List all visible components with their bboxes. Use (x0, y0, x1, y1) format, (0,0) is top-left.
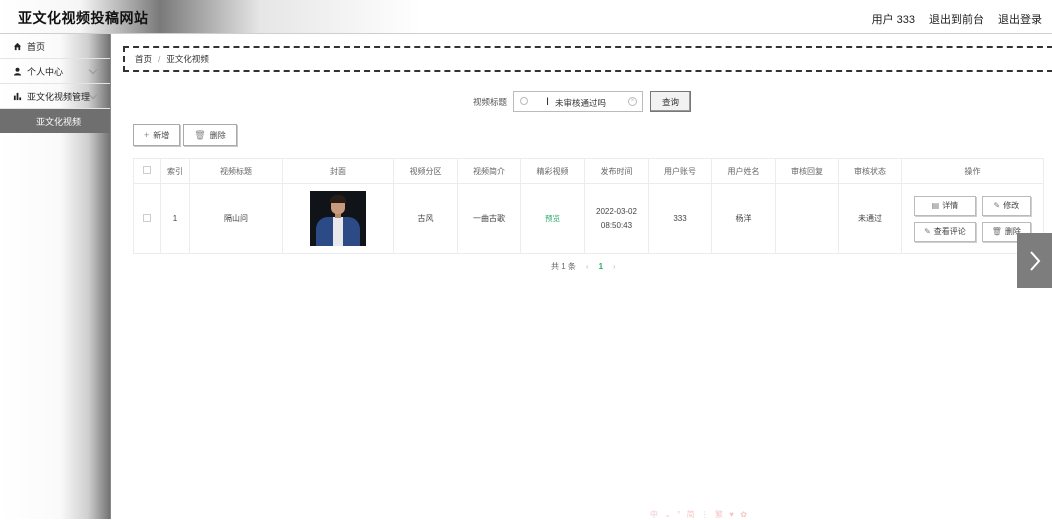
search-input[interactable]: I 未审核通过吗 × (513, 91, 644, 112)
edit-icon: ✎ (993, 201, 1001, 210)
cell-index: 1 (160, 183, 190, 254)
breadcrumb-current: 亚文化视频 (166, 54, 209, 64)
search-label: 视频标题 (473, 96, 508, 107)
next-slide-button[interactable] (1017, 233, 1052, 288)
col-review-status: 审核状态 (838, 158, 902, 184)
chevron-down-icon (88, 90, 98, 100)
search-value: 未审核通过吗 (555, 98, 607, 108)
bar-chart-icon (12, 91, 22, 101)
detail-label: 详情 (942, 201, 959, 210)
sidebar-item-label: 个人中心 (27, 66, 64, 77)
video-preview-link[interactable]: 预览 (545, 214, 560, 223)
col-title: 视频标题 (189, 158, 283, 184)
main-content: 首页 / 亚文化视频 视频标题 I 未审核通过吗 × 查询 + 新增 🗑 删除 … (111, 34, 1052, 519)
sidebar-item-label: 亚文化视频管理 (27, 91, 91, 102)
cell-name: 杨洋 (711, 183, 776, 254)
publish-time-text: 2022-03-02 08:50:43 (596, 206, 637, 230)
select-all-checkbox-cell[interactable] (133, 158, 161, 184)
cell-publish-time: 2022-03-02 08:50:43 (584, 183, 649, 254)
text-cursor-icon: I (546, 96, 550, 108)
cell-review-status: 未通过 (838, 183, 902, 254)
edit-button[interactable]: ✎ 修改 (981, 195, 1031, 216)
chevron-right-icon (1029, 250, 1040, 271)
col-review-reply: 审核回复 (775, 158, 839, 184)
col-video: 精彩视频 (520, 158, 585, 184)
col-category: 视频分区 (393, 158, 458, 184)
cell-cover (282, 183, 394, 254)
prev-page-icon[interactable]: ‹ (586, 262, 589, 271)
view-comments-label: 查看评论 (933, 227, 966, 236)
sidebar-subitem-video[interactable]: 亚文化视频 (0, 109, 110, 133)
logout-link[interactable]: 退出登录 (998, 11, 1042, 27)
delete-button-label: 删除 (209, 130, 226, 140)
col-name: 用户姓名 (711, 158, 776, 184)
cell-title: 隔山问 (189, 183, 283, 254)
page-number[interactable]: 1 (599, 262, 603, 271)
cell-intro: 一曲古歌 (457, 183, 521, 254)
edit-icon: ✎ (924, 227, 931, 236)
back-to-front-link[interactable]: 退出到前台 (929, 11, 984, 27)
sidebar-item-label: 首页 (27, 41, 46, 52)
chevron-down-icon (88, 65, 98, 75)
home-icon (12, 41, 22, 51)
query-button[interactable]: 查询 (650, 91, 692, 112)
action-bar: + 新增 🗑 删除 (133, 124, 237, 146)
row-checkbox[interactable] (143, 213, 151, 222)
cover-image (310, 191, 366, 246)
footer-watermark: 中 ⌄ ° 简 ⋮ 繁 ♥ ✿ (650, 510, 749, 519)
video-table: 索引 视频标题 封面 视频分区 视频简介 精彩视频 发布时间 用户账号 用户姓名… (133, 158, 1044, 254)
pagination-total: 共 1 条 (551, 262, 576, 271)
detail-button[interactable]: ▤ 详情 (914, 195, 976, 216)
edit-label: 修改 (1003, 201, 1020, 210)
search-icon (520, 97, 529, 105)
sidebar-item-home[interactable]: 首页 (0, 34, 110, 59)
breadcrumb-home[interactable]: 首页 (135, 53, 152, 65)
document-icon: ▤ (931, 201, 940, 210)
table-header-row: 索引 视频标题 封面 视频分区 视频简介 精彩视频 发布时间 用户账号 用户姓名… (133, 158, 1044, 184)
sidebar-item-profile[interactable]: 个人中心 (0, 59, 110, 84)
cell-account: 333 (648, 183, 712, 254)
cell-review-reply (775, 183, 839, 254)
plus-icon: + (144, 130, 150, 140)
pagination: 共 1 条 ‹ 1 › (551, 261, 616, 272)
breadcrumb-separator: / (158, 54, 161, 64)
col-operations: 操作 (901, 158, 1044, 184)
add-button-label: 新增 (153, 130, 170, 140)
user-icon (12, 66, 22, 76)
current-user: 用户 333 (871, 14, 915, 26)
next-page-icon[interactable]: › (613, 262, 616, 271)
table-row: 1 隔山问 古风 一曲古歌 预览 2022-03-02 08:50:43 333… (133, 183, 1044, 254)
sidebar-item-video-manage[interactable]: 亚文化视频管理 (0, 84, 110, 109)
clear-icon[interactable]: × (628, 97, 638, 106)
col-account: 用户账号 (648, 158, 712, 184)
cell-video: 预览 (520, 183, 585, 254)
delete-button[interactable]: 🗑 删除 (183, 124, 237, 146)
col-cover: 封面 (282, 158, 394, 184)
row-checkbox-cell[interactable] (133, 183, 161, 254)
add-button[interactable]: + 新增 (133, 124, 181, 146)
col-publish-time: 发布时间 (584, 158, 649, 184)
top-bar: 亚文化视频投稿网站 用户 333 退出到前台 退出登录 (0, 0, 1052, 34)
view-comments-button[interactable]: ✎ 查看评论 (914, 221, 976, 242)
site-title: 亚文化视频投稿网站 (18, 10, 149, 26)
search-bar: 视频标题 I 未审核通过吗 × 查询 (473, 91, 692, 112)
select-all-checkbox[interactable] (143, 166, 151, 174)
trash-icon: 🗑 (991, 227, 1002, 236)
breadcrumb: 首页 / 亚文化视频 (123, 46, 1052, 72)
col-intro: 视频简介 (457, 158, 521, 184)
col-index: 索引 (160, 158, 190, 184)
cell-category: 古风 (393, 183, 458, 254)
sidebar: 首页 个人中心 亚文化视频管理 亚文化视频 (0, 34, 111, 519)
top-links: 用户 333 退出到前台 退出登录 (872, 11, 1042, 27)
trash-icon: 🗑 (194, 129, 206, 140)
